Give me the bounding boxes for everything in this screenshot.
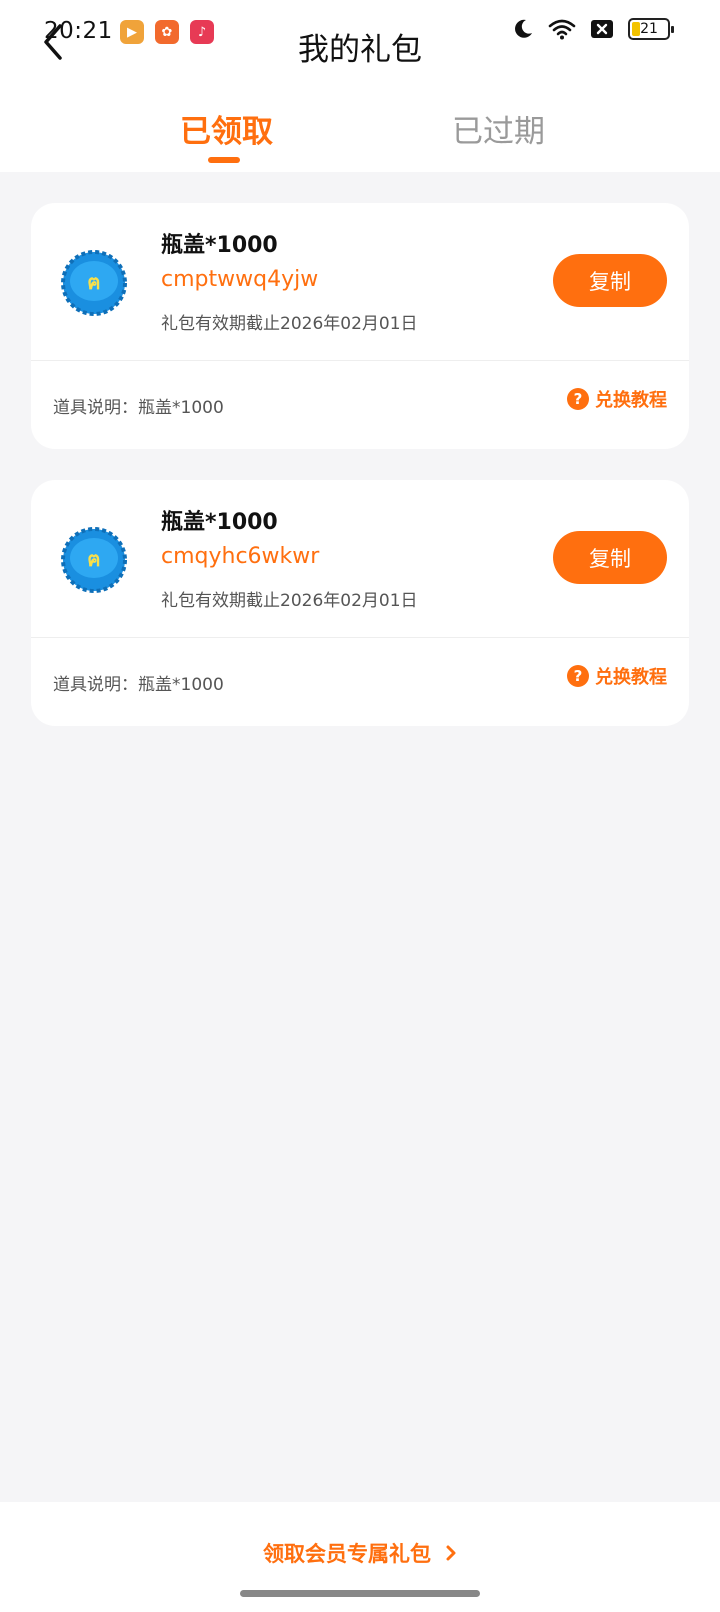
item-description: 道具说明：瓶盖*1000 <box>53 398 224 418</box>
battery-level: 21 <box>640 21 658 37</box>
gift-name: 瓶盖*1000 <box>161 510 278 535</box>
battery-icon: 21 <box>628 18 674 40</box>
tutorial-label: 兑换教程 <box>595 390 667 411</box>
question-icon: ? <box>567 665 589 687</box>
card-divider <box>31 360 689 361</box>
top-header: 20:21 ▶ ✿ ♪ 我的礼包 21 已领取 已过期 <box>0 0 720 172</box>
bottle-cap-icon: ฅ <box>61 250 127 316</box>
tab-expired[interactable]: 已过期 <box>452 106 545 151</box>
wifi-icon <box>548 19 576 40</box>
gift-expiry: 礼包有效期截止2026年02月01日 <box>161 314 418 334</box>
moon-icon <box>515 19 532 38</box>
item-description: 道具说明：瓶盖*1000 <box>53 675 224 695</box>
gift-card: ฅ 瓶盖*1000 cmqyhc6wkwr 礼包有效期截止2026年02月01日… <box>31 480 689 726</box>
tab-bar: 已领取 已过期 <box>0 100 720 170</box>
gift-code: cmptwwq4yjw <box>161 267 319 292</box>
svg-text:ฅ: ฅ <box>87 547 100 571</box>
tab-received[interactable]: 已领取 <box>180 106 273 151</box>
copy-button[interactable]: 复制 <box>553 254 667 307</box>
vip-gift-link[interactable]: 领取会员专属礼包 <box>0 1538 720 1568</box>
redeem-tutorial-link[interactable]: ? 兑换教程 <box>567 663 667 689</box>
active-tab-indicator <box>208 157 240 163</box>
tutorial-label: 兑换教程 <box>595 667 667 688</box>
copy-button[interactable]: 复制 <box>553 531 667 584</box>
gift-name: 瓶盖*1000 <box>161 233 278 258</box>
question-icon: ? <box>567 388 589 410</box>
bottom-bar: 领取会员专属礼包 <box>0 1502 720 1612</box>
redeem-tutorial-link[interactable]: ? 兑换教程 <box>567 386 667 412</box>
sim-blocked-icon <box>591 20 613 38</box>
vip-link-label: 领取会员专属礼包 <box>263 1542 431 1566</box>
bottle-cap-icon: ฅ <box>61 527 127 593</box>
svg-text:ฅ: ฅ <box>87 270 100 294</box>
home-indicator[interactable] <box>240 1590 480 1597</box>
card-divider <box>31 637 689 638</box>
gift-code: cmqyhc6wkwr <box>161 544 320 569</box>
chevron-right-icon <box>446 1545 456 1561</box>
gift-card: ฅ 瓶盖*1000 cmptwwq4yjw 礼包有效期截止2026年02月01日… <box>31 203 689 449</box>
status-icons: 21 <box>512 18 674 40</box>
gift-expiry: 礼包有效期截止2026年02月01日 <box>161 591 418 611</box>
